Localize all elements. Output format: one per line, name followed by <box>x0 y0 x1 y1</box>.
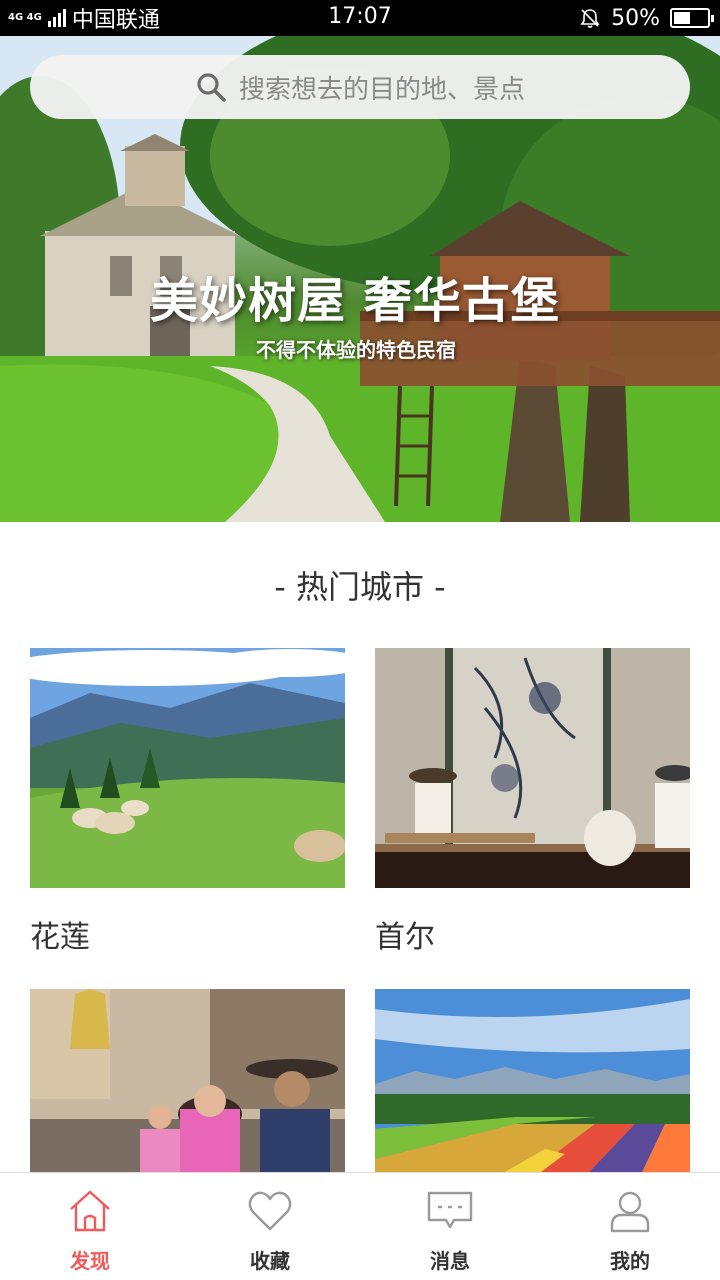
battery-percent: 50% <box>611 5 660 31</box>
tab-messages[interactable]: 消息 <box>360 1173 540 1280</box>
tab-discover[interactable]: 发现 <box>0 1173 180 1280</box>
section-title: - 热门城市 - <box>274 568 446 606</box>
search-icon <box>197 73 226 102</box>
city-card-hualien[interactable]: 花莲 <box>30 648 345 956</box>
heart-icon <box>248 1191 292 1231</box>
battery-fill <box>674 12 690 24</box>
city-photo-hualien <box>30 648 345 888</box>
battery-icon <box>670 8 714 28</box>
tab-favorites[interactable]: 收藏 <box>180 1173 360 1280</box>
tab-label: 消息 <box>430 1249 470 1273</box>
tab-profile[interactable]: 我的 <box>540 1173 720 1280</box>
status-bar: 4G 4G 中国联通 17:07 50% <box>0 0 720 36</box>
city-card-seoul[interactable]: 首尔 <box>375 648 690 956</box>
banner-subtitle: 不得不体验的特色民宿 <box>256 338 456 362</box>
message-icon <box>427 1191 473 1229</box>
home-icon <box>70 1190 110 1232</box>
tab-label: 收藏 <box>250 1249 290 1273</box>
status-right: 50% <box>579 4 714 32</box>
search-placeholder: 搜索想去的目的地、景点 <box>238 74 525 105</box>
tab-label: 我的 <box>610 1249 650 1273</box>
city-photo-seoul <box>375 648 690 888</box>
tab-label: 发现 <box>70 1249 110 1273</box>
mute-bell-icon <box>580 9 600 28</box>
banner-title: 美妙树屋 奢华古堡 <box>150 273 560 329</box>
search-input[interactable]: 搜索想去的目的地、景点 <box>30 55 690 119</box>
user-icon <box>610 1191 650 1233</box>
city-name: 花莲 <box>30 920 90 955</box>
bottom-tab-bar: 发现 收藏 消息 我的 <box>0 1172 720 1280</box>
city-name: 首尔 <box>375 920 435 955</box>
